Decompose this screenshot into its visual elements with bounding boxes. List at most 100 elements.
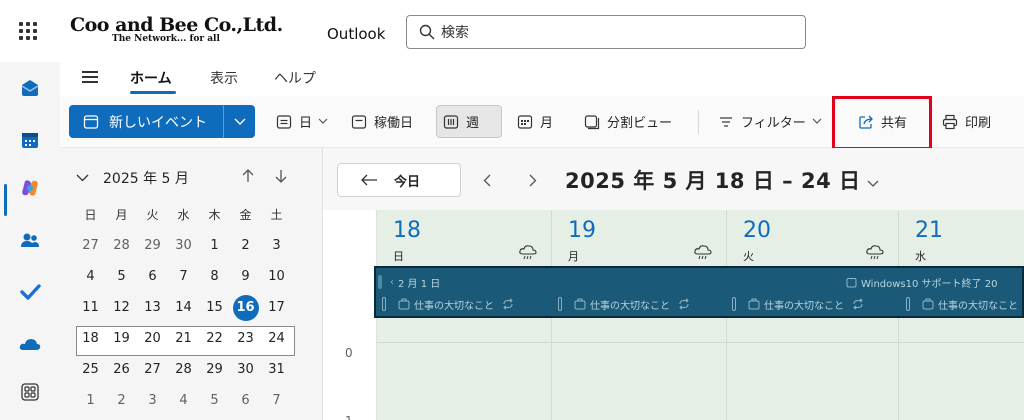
- onedrive-icon[interactable]: [18, 332, 42, 356]
- logo-main-text: Coo and Bee Co.,Ltd.: [70, 14, 283, 36]
- mini-calendar-day[interactable]: 23: [230, 331, 261, 346]
- mini-calendar-day[interactable]: 14: [168, 300, 199, 315]
- mini-calendar-day[interactable]: 29: [199, 362, 230, 377]
- mini-calendar-day[interactable]: 11: [75, 300, 106, 315]
- recurring-event-title: 仕事の大切なこと: [938, 300, 1018, 312]
- new-event-button[interactable]: 新しいイベント: [69, 105, 224, 138]
- all-day-event[interactable]: ‹ 2 月 1 日 Windows10 サポート終了 20: [378, 272, 1020, 292]
- mini-calendar-day[interactable]: 31: [261, 362, 292, 377]
- mini-calendar-day[interactable]: 30: [168, 238, 199, 253]
- tab-view[interactable]: 表示: [210, 68, 238, 88]
- calendar-icon[interactable]: [18, 128, 42, 152]
- new-event-dropdown[interactable]: [224, 105, 255, 138]
- mini-calendar-day[interactable]: 1: [199, 238, 230, 253]
- rail-active-indicator: [4, 184, 7, 216]
- split-view-icon: [584, 114, 600, 129]
- today-button[interactable]: 今日: [337, 163, 461, 197]
- search-input[interactable]: 検索: [406, 15, 806, 49]
- mini-calendar-day[interactable]: 26: [106, 362, 137, 377]
- mini-calendar-day[interactable]: 29: [137, 238, 168, 253]
- mini-calendar-day[interactable]: 28: [106, 238, 137, 253]
- mini-calendar-day[interactable]: 25: [75, 362, 106, 377]
- mini-calendar-day[interactable]: 16: [230, 294, 261, 321]
- mini-calendar-day[interactable]: 5: [106, 269, 137, 284]
- date-range-dropdown[interactable]: [867, 173, 879, 192]
- mini-calendar-day[interactable]: 4: [75, 269, 106, 284]
- all-day-events-band[interactable]: ‹ 2 月 1 日 Windows10 サポート終了 20 仕事の大切なこと 仕事…: [374, 266, 1024, 318]
- mini-calendar-day[interactable]: 19: [106, 331, 137, 346]
- recurring-event[interactable]: 仕事の大切なこと: [382, 294, 518, 314]
- next-month-button[interactable]: [274, 168, 288, 188]
- mini-calendar-day[interactable]: 18: [75, 331, 106, 346]
- chevron-down-icon: [812, 118, 822, 124]
- day-header[interactable]: 19 月: [552, 210, 726, 269]
- mini-calendar-day[interactable]: 1: [75, 393, 106, 408]
- today-label: 今日: [394, 174, 421, 190]
- recurring-icon: [853, 298, 863, 310]
- tab-help[interactable]: ヘルプ: [274, 68, 316, 88]
- mini-calendar-day[interactable]: 28: [168, 362, 199, 377]
- mini-calendar-day[interactable]: 9: [230, 269, 261, 284]
- mini-calendar-day[interactable]: 5: [199, 393, 230, 408]
- top-bar: Coo and Bee Co.,Ltd. The Network... for …: [0, 0, 1024, 62]
- mini-calendar-day[interactable]: 20: [137, 331, 168, 346]
- briefcase-icon: [748, 298, 760, 310]
- arrow-up-icon: [242, 169, 254, 182]
- all-day-event-start: 2 月 1 日: [398, 278, 441, 290]
- filter-button[interactable]: フィルター: [712, 105, 828, 138]
- prev-week-button[interactable]: [483, 172, 491, 191]
- next-week-button[interactable]: [529, 172, 537, 191]
- mail-icon[interactable]: [18, 76, 42, 100]
- mini-calendar-day[interactable]: 15: [199, 300, 230, 315]
- mini-calendar-day[interactable]: 2: [106, 393, 137, 408]
- mini-calendar-day[interactable]: 3: [137, 393, 168, 408]
- rain-cloud-icon: [694, 245, 712, 260]
- prev-month-button[interactable]: [241, 168, 255, 188]
- mini-calendar-day[interactable]: 22: [199, 331, 230, 346]
- app-launcher-icon[interactable]: [19, 22, 37, 40]
- mini-calendar-day[interactable]: 27: [137, 362, 168, 377]
- mini-calendar-day[interactable]: 4: [168, 393, 199, 408]
- mini-calendar-day[interactable]: 10: [261, 269, 292, 284]
- day-header[interactable]: 18 日: [377, 210, 551, 269]
- split-view-button[interactable]: 分割ビュー: [578, 105, 678, 138]
- week-view-button[interactable]: 週: [436, 105, 502, 138]
- mini-calendar-day[interactable]: 13: [137, 300, 168, 315]
- day-number: 20: [743, 218, 771, 243]
- mini-calendar-day[interactable]: 3: [261, 238, 292, 253]
- recurring-event[interactable]: 仕事の大切なこと: [906, 294, 1018, 314]
- mini-calendar-header[interactable]: 2025 年 5 月: [76, 168, 189, 188]
- today-marker: 16: [232, 294, 259, 321]
- date-range-title[interactable]: 2025 年 5 月 18 日 – 24 日: [565, 165, 861, 195]
- mini-calendar-day[interactable]: 27: [75, 238, 106, 253]
- recurring-event[interactable]: 仕事の大切なこと: [558, 294, 694, 314]
- mini-calendar-day[interactable]: 24: [261, 331, 292, 346]
- arrow-left-icon: [361, 174, 377, 186]
- mini-calendar-day[interactable]: 21: [168, 331, 199, 346]
- copilot-icon[interactable]: [18, 176, 42, 200]
- mini-calendar-day[interactable]: 2: [230, 238, 261, 253]
- people-icon[interactable]: [18, 228, 42, 252]
- mini-calendar-day[interactable]: 6: [230, 393, 261, 408]
- mini-calendar-day[interactable]: 30: [230, 362, 261, 377]
- new-event-label: 新しいイベント: [109, 114, 207, 131]
- toolbar-divider: [698, 110, 699, 134]
- workweek-view-button[interactable]: 稼働日: [345, 105, 419, 138]
- more-apps-icon[interactable]: [18, 380, 42, 404]
- mini-calendar-day[interactable]: 8: [199, 269, 230, 284]
- todo-icon[interactable]: [18, 280, 42, 304]
- mini-calendar-day[interactable]: 6: [137, 269, 168, 284]
- mini-calendar-day[interactable]: 7: [261, 393, 292, 408]
- day-header[interactable]: 20 火: [727, 210, 898, 269]
- month-view-button[interactable]: 月: [511, 105, 559, 138]
- mini-calendar-day[interactable]: 12: [106, 300, 137, 315]
- day-view-button[interactable]: 日: [270, 105, 334, 138]
- menu-icon[interactable]: [82, 71, 98, 83]
- event-color-marker: [382, 297, 386, 311]
- mini-calendar-day[interactable]: 7: [168, 269, 199, 284]
- mini-calendar-day[interactable]: 17: [261, 300, 292, 315]
- tab-home[interactable]: ホーム: [130, 68, 172, 88]
- print-button[interactable]: 印刷: [936, 105, 997, 138]
- day-header[interactable]: 21 水: [899, 210, 1024, 269]
- recurring-event[interactable]: 仕事の大切なこと: [732, 294, 868, 314]
